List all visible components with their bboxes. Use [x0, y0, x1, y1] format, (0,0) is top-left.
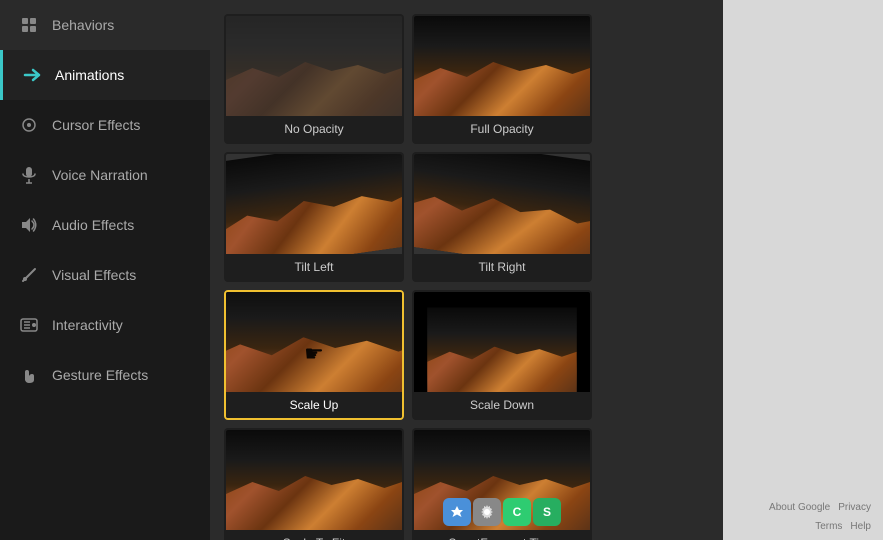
footer-links: About Google Privacy Terms Help — [735, 502, 871, 532]
gesture-effects-icon — [18, 364, 40, 386]
effect-thumbnail-no-opacity — [226, 16, 402, 116]
effect-label-smartfocus: SmartFocus at Time — [414, 530, 590, 540]
sidebar-item-animations[interactable]: Animations — [0, 50, 210, 100]
behaviors-icon — [18, 14, 40, 36]
effect-thumbnail-scale-down — [414, 292, 590, 392]
voice-narration-icon — [18, 164, 40, 186]
sidebar-item-cursor-effects-label: Cursor Effects — [52, 117, 140, 133]
effect-card-scale-to-fit[interactable]: Scale To Fit — [224, 428, 404, 540]
audio-effects-icon — [18, 214, 40, 236]
effect-thumbnail-full-opacity — [414, 16, 590, 116]
effect-thumbnail-scale-up: ☛ — [226, 292, 402, 392]
footer-about[interactable]: About Google — [769, 502, 830, 513]
sidebar: Behaviors Animations Cursor Effects — [0, 0, 210, 540]
effect-thumbnail-tilt-right — [414, 154, 590, 254]
sidebar-item-behaviors[interactable]: Behaviors — [0, 0, 210, 50]
sidebar-item-animations-label: Animations — [55, 67, 124, 83]
visual-effects-icon — [18, 264, 40, 286]
footer-help[interactable]: Help — [850, 521, 871, 532]
sidebar-item-interactivity[interactable]: Interactivity — [0, 300, 210, 350]
footer-terms[interactable]: Terms — [815, 521, 842, 532]
effect-card-scale-down[interactable]: Scale Down — [412, 290, 592, 420]
effect-thumbnail-scale-to-fit — [226, 430, 402, 530]
sidebar-item-audio-effects-label: Audio Effects — [52, 217, 134, 233]
effect-card-tilt-right[interactable]: Tilt Right — [412, 152, 592, 282]
effect-label-scale-down: Scale Down — [414, 392, 590, 418]
sidebar-item-visual-effects-label: Visual Effects — [52, 267, 136, 283]
interactivity-icon — [18, 314, 40, 336]
sidebar-item-gesture-effects-label: Gesture Effects — [52, 367, 148, 383]
effect-card-tilt-left[interactable]: Tilt Left — [224, 152, 404, 282]
sidebar-item-cursor-effects[interactable]: Cursor Effects — [0, 100, 210, 150]
sidebar-item-visual-effects[interactable]: Visual Effects — [0, 250, 210, 300]
app-icon-green2: S — [533, 498, 561, 526]
cursor-icon: ☛ — [304, 341, 324, 367]
effect-thumbnail-smartfocus: C S — [414, 430, 590, 530]
sidebar-item-interactivity-label: Interactivity — [52, 317, 123, 333]
effect-card-smartfocus[interactable]: C S SmartFocus at Time — [412, 428, 592, 540]
animations-icon — [21, 64, 43, 86]
effect-card-scale-up[interactable]: ☛ Scale Up — [224, 290, 404, 420]
effect-label-full-opacity: Full Opacity — [414, 116, 590, 142]
effect-label-no-opacity: No Opacity — [226, 116, 402, 142]
effect-card-no-opacity[interactable]: No Opacity — [224, 14, 404, 144]
app-icon-green1: C — [503, 498, 531, 526]
effects-grid: No Opacity Full Opacity Tilt Left Tilt R… — [220, 10, 713, 540]
effect-label-scale-up: Scale Up — [226, 392, 402, 418]
app-icon-appstore — [443, 498, 471, 526]
app-icon-settings — [473, 498, 501, 526]
sidebar-item-behaviors-label: Behaviors — [52, 17, 114, 33]
effect-label-scale-to-fit: Scale To Fit — [226, 530, 402, 540]
sidebar-item-voice-narration-label: Voice Narration — [52, 167, 148, 183]
footer-privacy[interactable]: Privacy — [838, 502, 871, 513]
effect-card-full-opacity[interactable]: Full Opacity — [412, 14, 592, 144]
sidebar-item-voice-narration[interactable]: Voice Narration — [0, 150, 210, 200]
app-icons-overlay: C S — [414, 494, 590, 530]
right-panel: About Google Privacy Terms Help — [723, 0, 883, 540]
effects-panel: No Opacity Full Opacity Tilt Left Tilt R… — [210, 0, 723, 540]
effect-thumbnail-tilt-left — [226, 154, 402, 254]
cursor-effects-icon — [18, 114, 40, 136]
effect-label-tilt-left: Tilt Left — [226, 254, 402, 280]
sidebar-item-gesture-effects[interactable]: Gesture Effects — [0, 350, 210, 400]
effect-label-tilt-right: Tilt Right — [414, 254, 590, 280]
sidebar-item-audio-effects[interactable]: Audio Effects — [0, 200, 210, 250]
